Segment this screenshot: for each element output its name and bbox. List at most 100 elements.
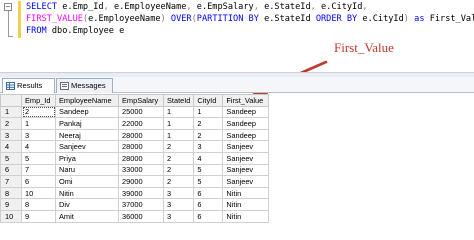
table-cell[interactable]: 1	[21, 117, 56, 130]
table-cell[interactable]: 4	[21, 140, 56, 153]
table-cell[interactable]: 22000	[118, 117, 164, 130]
row-number[interactable]: 7	[0, 175, 22, 188]
table-cell[interactable]: 1	[162, 117, 195, 130]
table-cell[interactable]: 36000	[118, 209, 164, 223]
row-number[interactable]: 2	[0, 117, 22, 130]
table-row[interactable]: 8 10 Nitin 39000 3 6 Nitin	[0, 186, 270, 200]
table-row[interactable]: 1 2 Sandeep 25000 1 1 Sandeep	[0, 105, 270, 119]
column-header[interactable]: EmployeeName	[55, 94, 119, 107]
table-cell[interactable]: 28000	[118, 140, 164, 153]
row-number[interactable]: 1	[0, 105, 22, 119]
table-cell[interactable]: 2	[162, 175, 195, 188]
table-cell[interactable]: 29000	[118, 175, 164, 188]
sql-editor[interactable]: − SELECT e.Emp_Id, e.EmployeeName, e.Emp…	[0, 0, 474, 66]
sql-keyword: PARTITION BY	[196, 14, 265, 24]
row-number[interactable]: 4	[0, 140, 22, 153]
table-row[interactable]: 2 1 Pankaj 22000 1 2 Sandeep	[0, 117, 270, 130]
table-cell[interactable]: 5	[21, 151, 56, 165]
code-line[interactable]: FIRST_VALUE(e.EmployeeName) OVER(PARTITI…	[26, 13, 474, 25]
table-cell[interactable]: 10	[21, 186, 56, 200]
table-cell[interactable]: 5	[193, 163, 224, 177]
table-cell[interactable]: Nitin	[222, 186, 270, 200]
table-cell[interactable]: 2	[162, 140, 195, 153]
table-cell[interactable]: Sanjeev	[222, 175, 270, 188]
table-cell[interactable]: Sanjeev	[222, 163, 270, 177]
code-line[interactable]: SELECT e.Emp_Id, e.EmployeeName, e.EmpSa…	[26, 1, 474, 13]
table-row[interactable]: 10 9 Amit 36000 3 6 Nitin	[0, 209, 270, 223]
table-cell[interactable]: 6	[193, 209, 224, 223]
table-cell[interactable]: 3	[21, 128, 56, 142]
table-row[interactable]: 9 8 Div 37000 3 6 Nitin	[0, 198, 270, 211]
table-cell[interactable]: 7	[21, 163, 56, 177]
table-cell[interactable]: 9	[21, 209, 56, 223]
table-cell[interactable]: Priya	[55, 151, 119, 165]
table-cell[interactable]: 1	[162, 105, 195, 119]
column-header[interactable]: First_Value	[222, 94, 270, 107]
row-number[interactable]: 9	[0, 198, 22, 211]
table-cell[interactable]: 39000	[118, 186, 164, 200]
table-cell[interactable]: 2	[162, 151, 195, 165]
tab-messages[interactable]: Messages	[56, 78, 113, 93]
table-cell[interactable]: 3	[162, 186, 195, 200]
grid-corner[interactable]	[0, 94, 22, 107]
table-cell[interactable]: Div	[55, 198, 119, 211]
table-cell[interactable]: Sandeep	[55, 105, 119, 119]
table-cell[interactable]: Sandeep	[222, 128, 270, 142]
table-cell[interactable]: 8	[21, 198, 56, 211]
table-cell[interactable]: 28000	[118, 128, 164, 142]
table-cell[interactable]: Sanjeev	[55, 140, 119, 153]
column-header[interactable]: CityId	[193, 94, 224, 107]
table-cell[interactable]: Naru	[55, 163, 119, 177]
table-cell[interactable]: Nitin	[55, 186, 119, 200]
table-cell[interactable]: 3	[193, 140, 224, 153]
table-cell[interactable]: Sandeep	[222, 117, 270, 130]
table-cell[interactable]: 6	[21, 175, 56, 188]
table-cell[interactable]: 2	[21, 105, 56, 119]
table-cell[interactable]: 37000	[118, 198, 164, 211]
collapse-icon[interactable]: −	[4, 3, 12, 11]
row-number[interactable]: 6	[0, 163, 22, 177]
table-cell[interactable]: Pankaj	[55, 117, 119, 130]
table-cell[interactable]: 1	[162, 128, 195, 142]
results-grid[interactable]: Emp_Id EmployeeName EmpSalary StateId Ci…	[0, 94, 474, 240]
table-row[interactable]: 6 7 Naru 33000 2 5 Sanjeev	[0, 163, 270, 177]
column-header[interactable]: EmpSalary	[118, 94, 164, 107]
table-cell[interactable]: 33000	[118, 163, 164, 177]
table-cell[interactable]: 2	[193, 117, 224, 130]
table-cell[interactable]: 2	[162, 163, 195, 177]
table-cell[interactable]: 4	[193, 151, 224, 165]
table-cell[interactable]: Omi	[55, 175, 119, 188]
column-header[interactable]: StateId	[162, 94, 195, 107]
table-cell[interactable]: Nitin	[222, 198, 270, 211]
table-cell[interactable]: 2	[193, 128, 224, 142]
table-cell[interactable]: Nitin	[222, 209, 270, 223]
row-number[interactable]: 8	[0, 186, 22, 200]
table-cell[interactable]: Sanjeev	[222, 140, 270, 153]
table-cell[interactable]: 3	[162, 198, 195, 211]
table-cell[interactable]: Sandeep	[222, 105, 270, 119]
table-cell[interactable]: Amit	[55, 209, 119, 223]
table-cell[interactable]: Sanjeev	[222, 151, 270, 165]
table-row[interactable]: 4 4 Sanjeev 28000 2 3 Sanjeev	[0, 140, 270, 153]
table-row[interactable]: 3 3 Neeraj 28000 1 2 Sandeep	[0, 128, 270, 142]
table-row[interactable]: 5 5 Priya 28000 2 4 Sanjeev	[0, 151, 270, 165]
sql-keyword: as	[414, 14, 430, 24]
table-cell[interactable]: Neeraj	[55, 128, 119, 142]
row-number[interactable]: 5	[0, 151, 22, 165]
sql-identifier: e.CityId	[362, 14, 404, 24]
table-cell[interactable]: 28000	[118, 151, 164, 165]
sql-identifier: e.EmpSalary	[196, 2, 254, 12]
table-cell[interactable]: 5	[193, 175, 224, 188]
table-row[interactable]: 7 6 Omi 29000 2 5 Sanjeev	[0, 175, 270, 188]
row-number[interactable]: 10	[0, 209, 22, 223]
table-cell[interactable]: 3	[162, 209, 195, 223]
sql-code[interactable]: SELECT e.Emp_Id, e.EmployeeName, e.EmpSa…	[26, 1, 474, 37]
code-line[interactable]: FROM dbo.Employee e	[26, 25, 474, 37]
table-cell[interactable]: 1	[193, 105, 224, 119]
table-cell[interactable]: 6	[193, 198, 224, 211]
row-number[interactable]: 3	[0, 128, 22, 142]
column-header[interactable]: Emp_Id	[21, 94, 56, 107]
table-cell[interactable]: 6	[193, 186, 224, 200]
tab-results[interactable]: Results	[2, 78, 55, 93]
table-cell[interactable]: 25000	[118, 105, 164, 119]
